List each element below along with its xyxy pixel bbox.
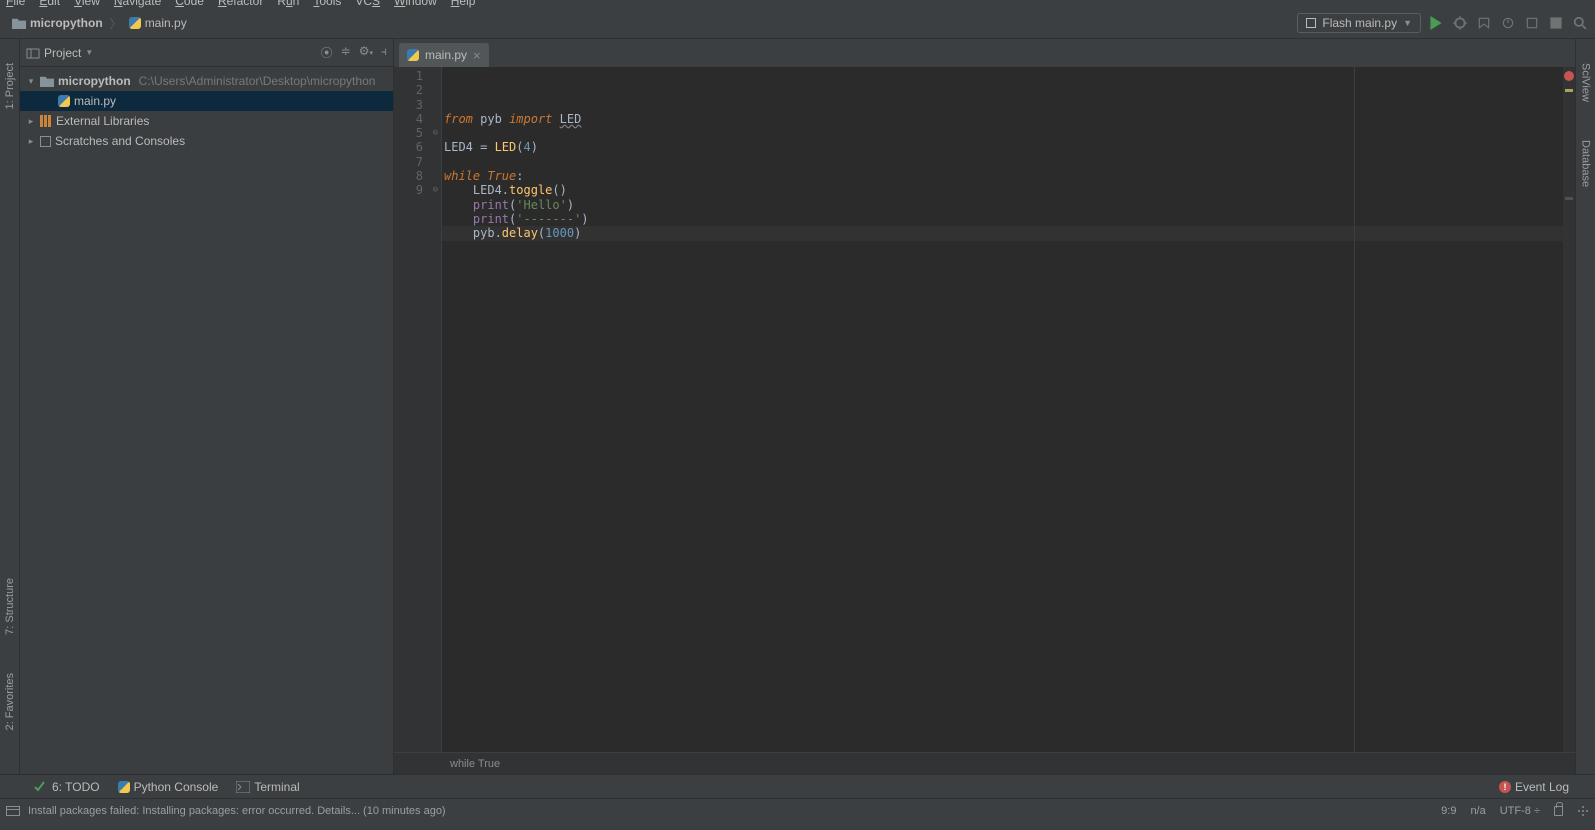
- run-button[interactable]: [1427, 14, 1445, 32]
- left-tool-stripe: 1: Project 7: Structure 2: Favorites: [0, 39, 20, 774]
- tree-external-libs[interactable]: ▸ External Libraries: [20, 111, 393, 131]
- hide-pane-icon[interactable]: ⫞: [381, 44, 387, 61]
- error-stripe[interactable]: [1563, 67, 1575, 752]
- breadcrumb-sep: 〉: [110, 15, 122, 32]
- close-icon[interactable]: ×: [473, 48, 481, 63]
- coverage-button[interactable]: [1475, 14, 1493, 32]
- python-file-icon: [58, 95, 70, 107]
- editor-tab-main[interactable]: main.py ×: [399, 43, 489, 67]
- tool-tab-database[interactable]: Database: [1578, 136, 1594, 191]
- tree-file-label: main.py: [74, 94, 116, 108]
- search-everywhere-button[interactable]: [1571, 14, 1589, 32]
- breadcrumb-file[interactable]: main.py: [123, 14, 193, 32]
- folder-icon: [12, 17, 26, 29]
- chevron-right-icon: ▸: [26, 116, 36, 127]
- stop-button[interactable]: [1547, 14, 1565, 32]
- lock-icon[interactable]: [1554, 806, 1563, 816]
- collapse-all-icon[interactable]: ≑: [341, 44, 351, 61]
- editor-tabbar: main.py ×: [394, 39, 1575, 67]
- chevron-right-icon: ▸: [26, 136, 36, 147]
- python-file-icon: [407, 49, 419, 61]
- menu-help[interactable]: Help: [451, 0, 476, 8]
- tool-tab-structure[interactable]: 7: Structure: [2, 574, 18, 639]
- settings-icon[interactable]: ⚙▾: [359, 44, 373, 61]
- code-area[interactable]: from pyb import LEDLED4 = LED(4)while Tr…: [442, 67, 1563, 752]
- bottom-tool-bar: 6: TODO Python Console Terminal ! Event …: [0, 774, 1595, 798]
- menubar[interactable]: File Edit View Navigate Code Refactor Ru…: [0, 0, 1595, 8]
- run-config-selector[interactable]: Flash main.py ▼: [1297, 13, 1421, 33]
- tree-file-main[interactable]: main.py: [20, 91, 393, 111]
- tool-tab-favorites[interactable]: 2: Favorites: [2, 669, 18, 734]
- caret-position[interactable]: 9:9: [1441, 805, 1456, 817]
- library-icon: [40, 115, 52, 127]
- folder-icon: [40, 75, 54, 87]
- run-config-label: Flash main.py: [1322, 16, 1397, 30]
- breadcrumb-root[interactable]: micropython: [6, 14, 109, 32]
- editor-breadcrumb-label: while True: [450, 758, 500, 770]
- project-pane-title[interactable]: Project ▼: [26, 46, 93, 60]
- menu-view[interactable]: View: [74, 0, 100, 8]
- error-indicator-icon[interactable]: [1564, 71, 1574, 81]
- concurrency-button[interactable]: [1523, 14, 1541, 32]
- tool-tab-todo[interactable]: 6: TODO: [30, 778, 104, 796]
- tree-root-path: C:\Users\Administrator\Desktop\micropyth…: [139, 74, 376, 88]
- tree-scratches[interactable]: ▸ Scratches and Consoles: [20, 131, 393, 151]
- tree-root-label: micropython: [58, 74, 131, 88]
- run-config-icon: [1306, 18, 1316, 28]
- menu-code[interactable]: Code: [175, 0, 204, 8]
- breadcrumb-root-label: micropython: [30, 16, 103, 30]
- tree-root[interactable]: ▾ micropython C:\Users\Administrator\Des…: [20, 71, 393, 91]
- python-icon: [118, 781, 130, 793]
- inspections-icon[interactable]: [1577, 805, 1589, 817]
- tool-tab-project[interactable]: 1: Project: [2, 59, 18, 113]
- profile-button[interactable]: [1499, 14, 1517, 32]
- tree-external-label: External Libraries: [56, 114, 149, 128]
- warning-marker[interactable]: [1565, 89, 1573, 92]
- statusbar: Install packages failed: Installing pack…: [0, 798, 1595, 822]
- menu-window[interactable]: Window: [394, 0, 437, 8]
- caret-marker: [1565, 197, 1573, 200]
- project-tree[interactable]: ▾ micropython C:\Users\Administrator\Des…: [20, 67, 393, 155]
- project-pane-header: Project ▼ ⦿ ≑ ⚙▾ ⫞: [20, 39, 393, 67]
- chevron-down-icon: ▼: [1403, 18, 1412, 28]
- navbar: micropython 〉 main.py Flash main.py ▼: [0, 8, 1595, 39]
- menu-edit[interactable]: Edit: [39, 0, 60, 8]
- editor-area: main.py × 12345⊖6789⊖ from pyb import LE…: [394, 39, 1575, 774]
- menu-run[interactable]: Run: [277, 0, 299, 8]
- editor-breadcrumb[interactable]: while True: [394, 752, 1575, 774]
- editor-tab-label: main.py: [425, 48, 467, 62]
- insert-mode[interactable]: n/a: [1470, 805, 1485, 817]
- chevron-down-icon: ▾: [26, 76, 36, 87]
- event-log-button[interactable]: ! Event Log: [1495, 778, 1573, 796]
- right-tool-stripe: SciView Database: [1575, 39, 1595, 774]
- right-margin-guide: [1354, 67, 1355, 752]
- line-gutter[interactable]: 12345⊖6789⊖: [394, 67, 442, 752]
- tree-scratches-label: Scratches and Consoles: [55, 134, 185, 148]
- menu-tools[interactable]: Tools: [313, 0, 341, 8]
- error-badge-icon: !: [1499, 781, 1511, 793]
- menu-file[interactable]: File: [6, 0, 25, 8]
- chevron-down-icon: ▼: [85, 48, 93, 57]
- tool-tab-sciview[interactable]: SciView: [1578, 59, 1594, 106]
- editor-body[interactable]: 12345⊖6789⊖ from pyb import LEDLED4 = LE…: [394, 67, 1575, 752]
- menu-navigate[interactable]: Navigate: [114, 0, 161, 8]
- status-message[interactable]: Install packages failed: Installing pack…: [28, 805, 446, 817]
- debug-button[interactable]: [1451, 14, 1469, 32]
- breadcrumb-file-label: main.py: [145, 16, 187, 30]
- menu-refactor[interactable]: Refactor: [218, 0, 263, 8]
- scroll-from-source-icon[interactable]: ⦿: [321, 44, 333, 61]
- tool-tab-python-console[interactable]: Python Console: [114, 778, 223, 796]
- tool-tab-terminal[interactable]: Terminal: [232, 778, 303, 796]
- scratch-icon: [40, 136, 51, 147]
- project-pane: Project ▼ ⦿ ≑ ⚙▾ ⫞ ▾ micropython C:\User…: [20, 39, 394, 774]
- menu-vcs[interactable]: VCS: [355, 0, 380, 8]
- encoding-selector[interactable]: UTF-8 ÷: [1500, 805, 1540, 817]
- python-file-icon: [129, 17, 141, 29]
- tool-windows-icon[interactable]: [6, 806, 20, 816]
